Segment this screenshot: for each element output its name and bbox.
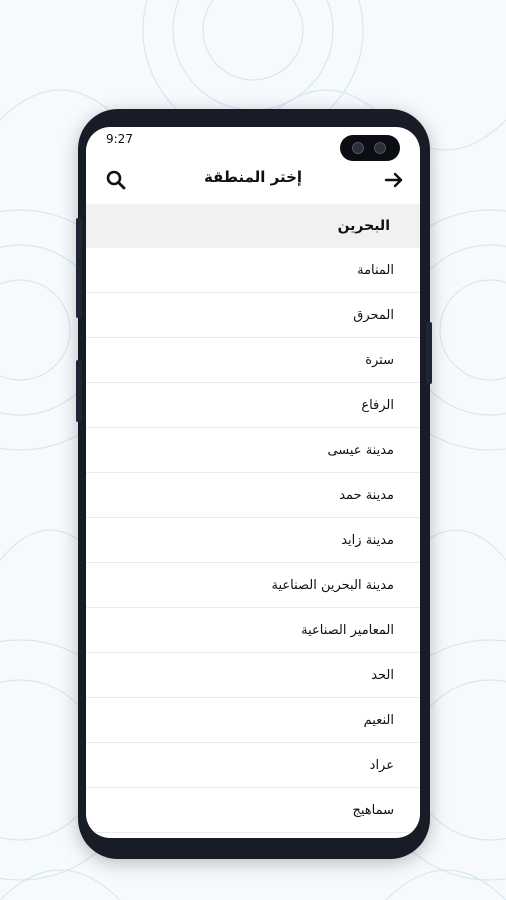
list-item[interactable]: الرفاع xyxy=(86,383,420,428)
header: إختر المنطقة xyxy=(86,157,420,203)
list-item[interactable]: الحد xyxy=(86,653,420,698)
camera-lens-icon xyxy=(352,142,364,154)
list-item[interactable]: المنامة xyxy=(86,248,420,293)
phone-screen: 9:27 إختر المنطقة البحرين المنامة المحرق… xyxy=(86,127,420,838)
list-item[interactable]: مدينة البحرين الصناعية xyxy=(86,563,420,608)
region-list: البحرين المنامة المحرق سترة الرفاع مدينة… xyxy=(86,204,420,833)
power-button xyxy=(76,360,82,422)
side-button xyxy=(426,322,432,384)
list-item[interactable]: سماهيج xyxy=(86,788,420,833)
list-group-header: البحرين xyxy=(86,204,420,248)
list-item[interactable]: سترة xyxy=(86,338,420,383)
status-time: 9:27 xyxy=(106,132,133,146)
list-item[interactable]: النعيم xyxy=(86,698,420,743)
arrow-right-icon xyxy=(384,172,403,188)
page-title: إختر المنطقة xyxy=(203,168,303,186)
back-button[interactable] xyxy=(382,168,406,192)
list-item[interactable]: مدينة زايد xyxy=(86,518,420,563)
list-item[interactable]: مدينة عيسى xyxy=(86,428,420,473)
volume-button xyxy=(76,218,82,318)
list-item[interactable]: مدينة حمد xyxy=(86,473,420,518)
list-item[interactable]: عراد xyxy=(86,743,420,788)
list-item[interactable]: المحرق xyxy=(86,293,420,338)
camera-lens-icon xyxy=(374,142,386,154)
list-item[interactable]: المعامير الصناعية xyxy=(86,608,420,653)
